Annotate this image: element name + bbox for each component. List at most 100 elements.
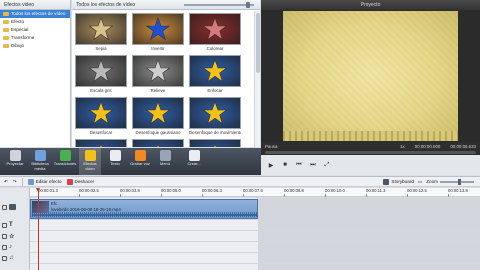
seek-bar[interactable]	[265, 151, 476, 154]
lock-icon[interactable]	[2, 204, 7, 210]
tool-label: Menú	[159, 161, 170, 166]
toolbar-transitions-button[interactable]: Transiciones	[54, 148, 76, 175]
star-icon	[202, 101, 228, 125]
text-track-header: T	[2, 220, 28, 230]
delete-icon	[66, 178, 73, 185]
toolbar-media-library-button[interactable]: Biblioteca media	[29, 148, 51, 175]
stop-icon[interactable]: ■	[281, 161, 289, 169]
lock-icon[interactable]	[2, 222, 7, 228]
effect-tile[interactable]	[189, 139, 241, 147]
star-icon	[202, 59, 228, 83]
step-forward-icon[interactable]: ⏭	[309, 161, 317, 169]
video-clip[interactable]: Efc lovebirds 2016-06-08 18-25-19.mp4	[30, 199, 258, 219]
play-icon[interactable]: ▶	[267, 161, 275, 169]
lock-icon[interactable]	[2, 255, 7, 261]
effect-thumbnail	[132, 97, 184, 129]
clip-effect-label: Efc	[51, 201, 58, 206]
monitor-icon[interactable]: ▭	[418, 179, 422, 185]
text-track-icon: T	[9, 222, 13, 228]
ruler-tick: 00:00:01.3	[38, 188, 58, 197]
slider-knob[interactable]	[246, 1, 250, 8]
effect-tile[interactable]	[75, 139, 127, 147]
timeline-zoom-slider[interactable]	[440, 178, 474, 185]
music-track-header: ♫	[2, 253, 28, 263]
video-texture	[283, 11, 458, 141]
main-toolbar: Proyectar Biblioteca media Transiciones Efe…	[0, 148, 261, 175]
ruler-tick: 00:00:12.5	[407, 188, 427, 197]
tool-label: Grabar voz	[130, 161, 150, 166]
toolbar-projector-button[interactable]: Proyectar	[4, 148, 26, 175]
category-item[interactable]: Transforme	[0, 34, 70, 42]
text-icon	[109, 150, 121, 161]
playback-state: Pausa	[265, 143, 278, 149]
star-icon	[88, 59, 114, 83]
redo-button[interactable]: ↷	[13, 179, 17, 185]
music-lane	[30, 253, 480, 264]
category-item[interactable]: Efecto	[0, 18, 70, 26]
category-item[interactable]: Dibujo	[0, 42, 70, 50]
storyboard-button[interactable]: Storyboard	[383, 178, 414, 185]
folder-icon	[3, 36, 9, 40]
lock-icon[interactable]	[2, 244, 7, 250]
zoom-control[interactable]: Zoom	[426, 178, 474, 185]
effect-thumbnail	[189, 139, 241, 147]
ruler-tick: 00:00:05.0	[161, 188, 181, 197]
toolbar-record-voice-button[interactable]: Grabar voz	[129, 148, 151, 175]
tool-label: Proyectar	[6, 161, 24, 166]
effect-tile[interactable]: Desenfoque gaussiano	[132, 97, 184, 137]
folder-icon	[3, 28, 9, 32]
fullscreen-icon[interactable]: ⤢	[323, 161, 331, 169]
effect-tile[interactable]: Enfocar	[189, 55, 241, 95]
effect-thumbnail	[189, 55, 241, 87]
effect-thumbnail	[132, 55, 184, 87]
tool-label: Texto	[110, 161, 120, 166]
current-time: 00:00:00.000	[414, 143, 441, 149]
timeline-ruler[interactable]: 00:00:01.3 00:00:02.5 00:00:03.8 00:00:05.0…	[30, 188, 480, 197]
media-library-icon	[34, 150, 46, 161]
star-icon	[88, 101, 114, 125]
undo-button[interactable]: ↶	[4, 179, 8, 185]
toolbar-video-effects-button[interactable]: Efectos video	[79, 148, 101, 175]
effect-label: Desenfoque de movimiento	[189, 130, 241, 135]
toolbar-text-button[interactable]: Texto	[104, 148, 126, 175]
timeline-tracks: Efc lovebirds 2016-06-08 18-25-19.mp4	[30, 198, 480, 270]
menu-icon	[159, 150, 171, 161]
tool-label: Transiciones	[53, 161, 77, 166]
effect-tile[interactable]	[132, 139, 184, 147]
record-voice-icon	[134, 150, 146, 161]
effect-tile[interactable]: Invertir	[132, 13, 184, 53]
folder-icon	[3, 44, 9, 48]
effect-label: Desenfoque gaussiano	[135, 130, 181, 135]
star-icon	[145, 101, 171, 125]
lock-icon[interactable]	[2, 233, 7, 239]
tool-label: Crear...	[187, 161, 201, 166]
edit-effect-label: Editar efecto	[35, 179, 62, 184]
category-item[interactable]: Especial	[0, 26, 70, 34]
delete-button[interactable]: Deshacer	[66, 178, 95, 185]
audio-lane	[30, 242, 480, 253]
toolbar-create-button[interactable]: Crear...	[179, 148, 209, 175]
effect-tile[interactable]: Desenfocar	[75, 97, 127, 137]
effect-label: Colorear	[206, 46, 224, 51]
thumbnail-size-slider[interactable]	[184, 1, 254, 8]
edit-effect-button[interactable]: Editar efecto	[27, 178, 62, 185]
step-back-icon[interactable]: ⏮	[295, 161, 303, 169]
gallery-scrollbar[interactable]	[254, 11, 260, 147]
zoom-label: Zoom	[426, 179, 438, 184]
effect-tile[interactable]: Desenfoque de movimiento	[189, 97, 241, 137]
storyboard-label: Storyboard	[391, 179, 414, 184]
create-icon	[188, 150, 200, 161]
category-item[interactable]: Todos los efectos de vídeo	[0, 10, 70, 18]
star-icon	[99, 143, 103, 147]
effect-tile[interactable]: Escala gris	[75, 55, 127, 95]
effect-label: Invertir	[151, 46, 165, 51]
ruler-tick: 00:00:03.8	[120, 188, 140, 197]
playhead[interactable]	[36, 188, 40, 270]
effect-tile[interactable]: Colorear	[189, 13, 241, 53]
scrollbar-thumb[interactable]	[256, 13, 260, 73]
effect-tile[interactable]: Relieve	[132, 55, 184, 95]
delete-label: Deshacer	[74, 179, 95, 184]
toolbar-menu-button[interactable]: Menú	[154, 148, 176, 175]
effect-tile[interactable]: Sepia	[75, 13, 127, 53]
preview-panel: Proyecto Pausa 1x 00:00:00.000 00:00:08.…	[261, 0, 480, 175]
